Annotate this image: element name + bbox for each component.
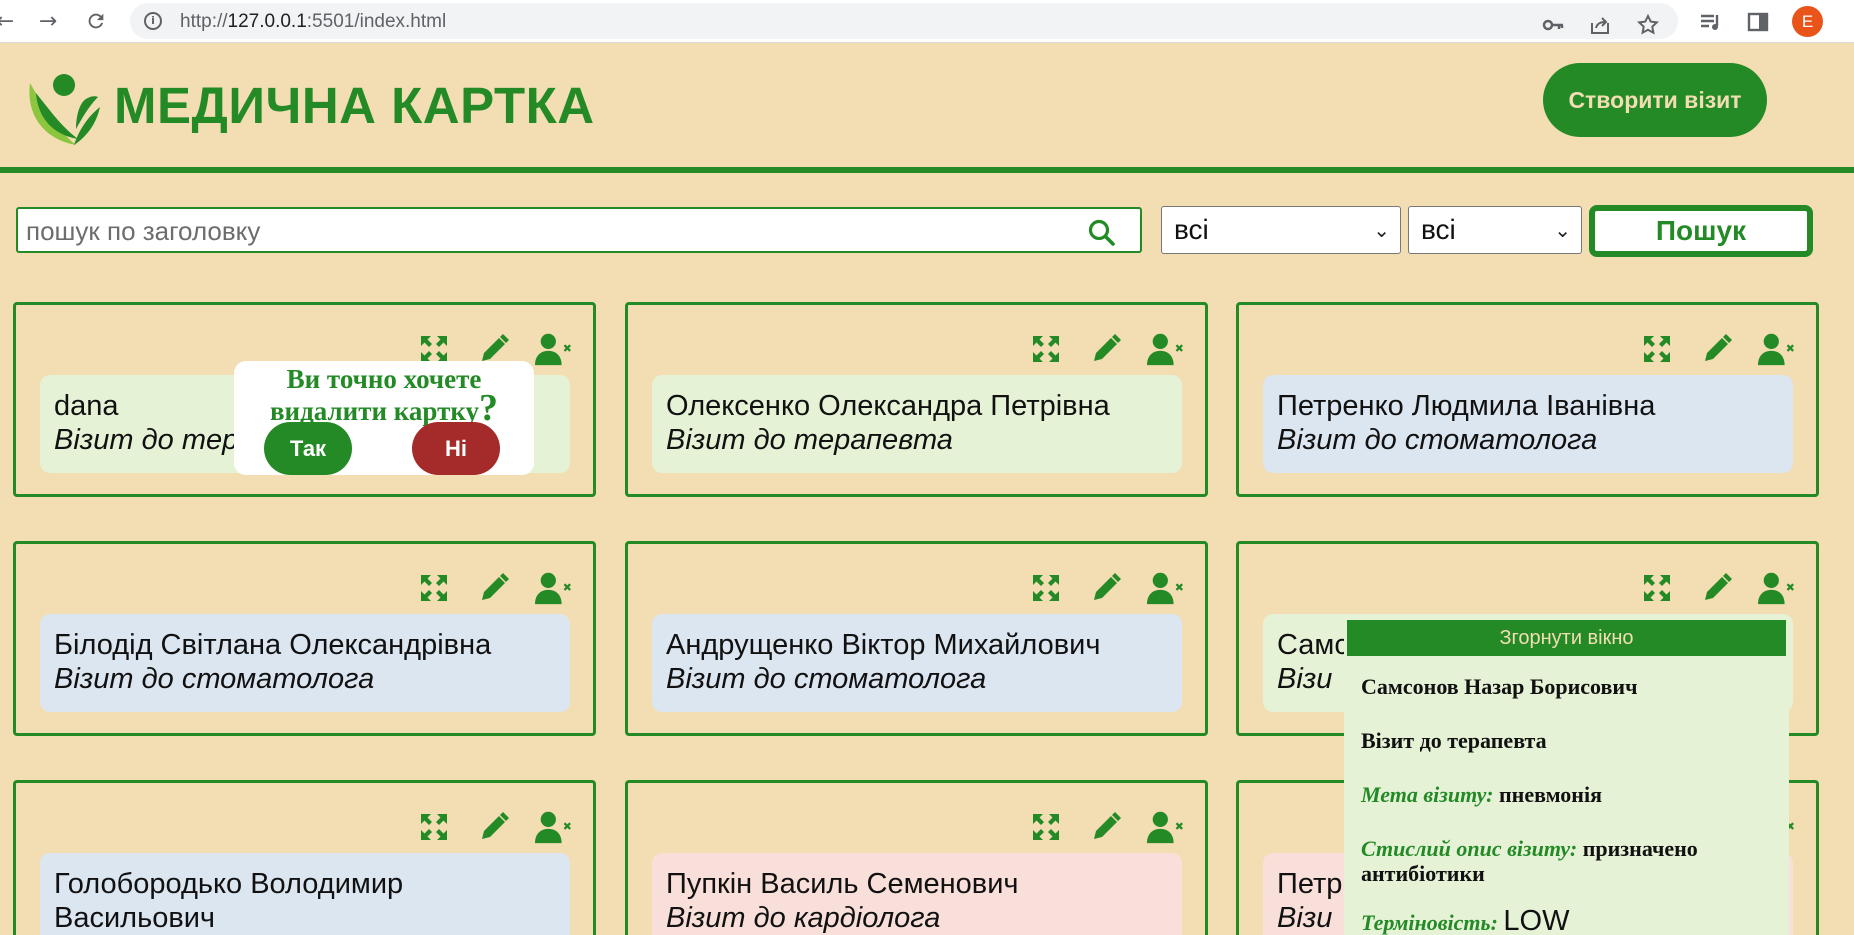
- visit-doctor: Візит до терапевта: [666, 424, 953, 456]
- edit-pencil-icon[interactable]: [475, 809, 513, 845]
- edit-pencil-icon[interactable]: [1087, 809, 1125, 845]
- search-field: [16, 207, 1142, 253]
- expand-icon[interactable]: [1027, 809, 1065, 845]
- visit-doctor: Візит до стоматолога: [54, 663, 375, 695]
- card-actions: [415, 570, 573, 606]
- urgency-label: Терміновість:: [1361, 910, 1498, 935]
- forward-icon[interactable]: →: [35, 8, 61, 34]
- edit-pencil-icon[interactable]: [1087, 570, 1125, 606]
- delete-user-icon[interactable]: [1147, 809, 1185, 845]
- urgency-select-value: всі: [1421, 214, 1456, 245]
- search-icon[interactable]: [1086, 217, 1116, 247]
- expand-icon[interactable]: [1638, 331, 1676, 367]
- visit-card: Олексенко Олександра Петрівна Візит до т…: [625, 302, 1208, 497]
- visit-details-panel: Згорнути вікно Самсонов Назар Борисович …: [1344, 617, 1789, 935]
- logo-icon: [29, 74, 100, 145]
- visit-card: Голобородько Володимир Васильович: [13, 780, 596, 935]
- purpose-label: Мета візиту:: [1361, 782, 1494, 807]
- search-button[interactable]: Пошук: [1589, 205, 1813, 257]
- visit-card: Білодід Світлана Олександрівна Візит до …: [13, 541, 596, 736]
- details-doctor: Візит до терапевта: [1361, 728, 1547, 753]
- bookmark-star-icon[interactable]: [1635, 12, 1661, 38]
- details-patient-name: Самсонов Назар Борисович: [1361, 674, 1638, 699]
- urgency-value: LOW: [1503, 905, 1570, 935]
- create-visit-button[interactable]: Створити візит: [1543, 63, 1767, 137]
- visit-card: Пупкін Василь Семенович Візит до кардіол…: [625, 780, 1208, 935]
- expand-icon[interactable]: [1638, 570, 1676, 606]
- card-actions: [1638, 570, 1796, 606]
- delete-user-icon[interactable]: [535, 570, 573, 606]
- address-bar[interactable]: i http://127.0.0.1:5501/index.html: [130, 3, 1678, 39]
- card-content[interactable]: Петренко Людмила Іванівна Візит до стома…: [1263, 375, 1793, 473]
- collapse-window-button[interactable]: Згорнути вікно: [1347, 620, 1786, 656]
- app-header: МЕДИЧНА КАРТКА Створити візит: [0, 43, 1854, 173]
- visit-doctor: Візит до кардіолога: [666, 902, 941, 934]
- delete-user-icon[interactable]: [1147, 331, 1185, 367]
- chevron-down-icon: ⌄: [1373, 218, 1390, 242]
- card-actions: [1027, 809, 1185, 845]
- card-actions: [415, 809, 573, 845]
- visit-card: Андрущенко Віктор Михайлович Візит до ст…: [625, 541, 1208, 736]
- details-description: Стислий опис візиту: призначено антибіот…: [1361, 836, 1781, 886]
- urgency-select[interactable]: всі ⌄: [1408, 206, 1582, 254]
- edit-pencil-icon[interactable]: [1087, 331, 1125, 367]
- card-content[interactable]: Пупкін Василь Семенович Візит до кардіол…: [652, 853, 1182, 935]
- key-icon[interactable]: [1540, 12, 1566, 38]
- delete-confirm-dialog: Ви точно хочете видалити картку? Так Ні: [234, 361, 534, 475]
- description-label: Стислий опис візиту:: [1361, 836, 1578, 861]
- card-actions: [1638, 331, 1796, 367]
- patient-name: Білодід Світлана Олександрівна: [54, 629, 492, 661]
- back-icon[interactable]: ←: [0, 8, 18, 34]
- reload-icon[interactable]: [83, 8, 109, 34]
- visit-doctor: Візит до стоматолога: [1277, 424, 1598, 456]
- status-select[interactable]: всі ⌄: [1161, 206, 1401, 254]
- confirm-message: Ви точно хочете видалити картку?: [234, 365, 534, 428]
- card-content[interactable]: Олексенко Олександра Петрівна Візит до т…: [652, 375, 1182, 473]
- patient-name: Петренко Людмила Іванівна: [1277, 390, 1656, 422]
- edit-pencil-icon[interactable]: [475, 570, 513, 606]
- expand-icon[interactable]: [1027, 570, 1065, 606]
- delete-user-icon[interactable]: [535, 331, 573, 367]
- patient-name: Андрущенко Віктор Михайлович: [666, 629, 1101, 661]
- edit-pencil-icon[interactable]: [1698, 331, 1736, 367]
- edit-pencil-icon[interactable]: [1698, 570, 1736, 606]
- status-select-value: всі: [1174, 214, 1209, 245]
- purpose-value: пневмонія: [1498, 782, 1602, 807]
- chevron-down-icon: ⌄: [1554, 218, 1571, 242]
- details-urgency: Терміновість: LOW: [1361, 907, 1781, 935]
- details-purpose: Мета візиту: пневмонія: [1361, 782, 1781, 807]
- delete-user-icon[interactable]: [1147, 570, 1185, 606]
- media-queue-icon[interactable]: [1697, 9, 1723, 35]
- patient-name: Олексенко Олександра Петрівна: [666, 390, 1110, 422]
- card-content[interactable]: Голобородько Володимир Васильович: [40, 853, 570, 935]
- delete-user-icon[interactable]: [1758, 331, 1796, 367]
- search-input[interactable]: [26, 213, 1066, 249]
- profile-avatar[interactable]: E: [1792, 6, 1823, 37]
- confirm-yes-button[interactable]: Так: [264, 422, 352, 475]
- delete-user-icon[interactable]: [1758, 570, 1796, 606]
- side-panel-icon[interactable]: [1745, 9, 1771, 35]
- card-actions: [1027, 570, 1185, 606]
- browser-toolbar: ← → i http://127.0.0.1:5501/index.html E: [0, 0, 1854, 43]
- card-content[interactable]: Білодід Світлана Олександрівна Візит до …: [40, 614, 570, 712]
- expand-icon[interactable]: [1027, 331, 1065, 367]
- visit-doctor: Візит до стоматолога: [666, 663, 987, 695]
- expand-icon[interactable]: [415, 809, 453, 845]
- url-text: http://127.0.0.1:5501/index.html: [180, 11, 447, 32]
- share-icon[interactable]: [1587, 12, 1613, 38]
- delete-user-icon[interactable]: [535, 809, 573, 845]
- expand-icon[interactable]: [415, 570, 453, 606]
- patient-name: Пупкін Василь Семенович: [666, 868, 1019, 900]
- page-title: МЕДИЧНА КАРТКА: [114, 77, 595, 134]
- card-content[interactable]: Андрущенко Віктор Михайлович Візит до ст…: [652, 614, 1182, 712]
- site-info-icon[interactable]: i: [144, 12, 162, 30]
- card-actions: [1027, 331, 1185, 367]
- visit-card: Петренко Людмила Іванівна Візит до стома…: [1236, 302, 1819, 497]
- patient-name: Голобородько Володимир Васильович: [54, 868, 404, 934]
- confirm-no-button[interactable]: Ні: [412, 422, 500, 475]
